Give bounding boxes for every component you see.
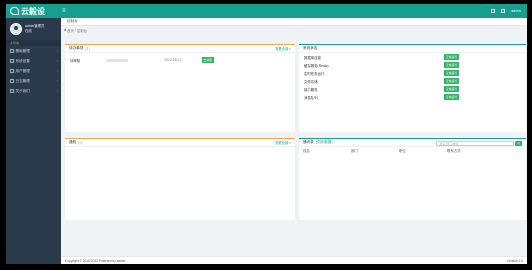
copyright: Copyright © 2016-2022 Powered by admin	[65, 258, 126, 263]
todo-row: 待审核 2022-05-12 去处理	[65, 56, 295, 64]
status-row: 文件存储 正常运行	[299, 77, 526, 85]
contacts-table-header: 姓名 部门 职位 联系方式	[299, 147, 526, 154]
user-info: admin管理员 在线	[25, 24, 44, 34]
todo-row-date: 2022-05-12	[164, 58, 182, 62]
status-label: 文件存储	[304, 79, 318, 84]
sidebar-item-label: 基础管理	[15, 48, 30, 53]
menu-icon	[10, 49, 14, 53]
status-badge: 正常运行	[444, 78, 460, 84]
chevron-left-icon: ‹	[56, 69, 58, 73]
chevron-left-icon: ‹	[56, 89, 58, 93]
main-content: 控制台 ■ 首页 / 控制台 待办事项 (1) 查看全部 » 待审核 2022-…	[61, 18, 527, 264]
status-row: 缓存服务(Redis) 正常运行	[299, 61, 526, 69]
breadcrumb-home[interactable]: 首页	[67, 28, 74, 33]
column-header: 部门	[351, 149, 358, 153]
sidebar-item-logs[interactable]: 日志管理 ‹	[6, 76, 61, 86]
contacts-subtitle[interactable]: (同步数据)	[316, 140, 333, 145]
gear-icon	[10, 59, 14, 63]
status-row: 消息队列 正常运行	[299, 93, 526, 101]
user-status: 在线	[25, 29, 32, 33]
sidebar: admin管理员 在线 主导航 基础管理 ‹ 系统设置 ‹ 用户管理 ‹ 日志管…	[6, 18, 61, 264]
sidebar-item-settings[interactable]: 系统设置 ‹	[6, 56, 61, 66]
menu-toggle-icon[interactable]: ≡	[62, 8, 66, 14]
breadcrumb: ■ 首页 / 控制台	[61, 26, 527, 34]
version: Version 1.0	[507, 258, 523, 263]
tab-bar: 控制台	[61, 18, 527, 26]
sidebar-user: admin管理员 在线	[6, 18, 61, 40]
sidebar-item-label: 关于我们	[15, 88, 30, 93]
avatar[interactable]	[10, 23, 22, 35]
todo-count: (1)	[85, 46, 90, 51]
status-label: 数据库连接	[304, 55, 321, 60]
logo[interactable]: 云毅设	[6, 4, 61, 18]
search-button[interactable]: Q	[515, 141, 522, 146]
todo-action-button[interactable]: 去处理	[201, 57, 214, 63]
info-icon	[10, 89, 14, 93]
sidebar-item-basic[interactable]: 基础管理 ‹	[6, 46, 61, 56]
column-header: 职位	[399, 149, 406, 153]
breadcrumb-current: 控制台	[76, 28, 87, 33]
contacts-panel-header: 通讯录 (同步数据) 姓名/部门/电话 Q	[299, 139, 526, 147]
todo-panel-header: 待办事项 (1) 查看全部 »	[65, 45, 295, 53]
status-label: 定时任务运行	[304, 71, 325, 76]
todo-row-label: 待审核	[70, 58, 81, 63]
status-row: 接口服务 正常运行	[299, 85, 526, 93]
todo-title: 待办事项	[69, 46, 84, 50]
status-panel-header: 系统状态	[299, 45, 526, 53]
notice-title: 通知	[69, 140, 77, 144]
contacts-panel: 通讯录 (同步数据) 姓名/部门/电话 Q 姓名 部门 职位 联系方式	[299, 138, 526, 220]
todo-panel: 待办事项 (1) 查看全部 » 待审核 2022-05-12 去处理	[65, 44, 295, 132]
column-header: 姓名	[303, 149, 310, 153]
status-title: 系统状态	[303, 46, 318, 50]
breadcrumb-sep: /	[74, 28, 76, 32]
status-row: 数据库连接 正常运行	[299, 53, 526, 61]
sidebar-item-about[interactable]: 关于我们 ‹	[6, 86, 61, 96]
sidebar-item-label: 日志管理	[15, 78, 30, 83]
footer: Copyright © 2016-2022 Powered by admin V…	[61, 256, 527, 264]
logo-text: 云毅设	[21, 6, 45, 16]
user-icon	[10, 69, 14, 73]
status-row: 定时任务运行 正常运行	[299, 69, 526, 77]
status-label: 缓存服务(Redis)	[304, 63, 329, 68]
status-label: 接口服务	[304, 87, 318, 92]
status-badge: 正常运行	[444, 62, 460, 68]
status-badge: 正常运行	[444, 94, 460, 100]
chevron-left-icon: ‹	[56, 79, 58, 83]
column-header: 联系方式	[447, 149, 461, 153]
chevron-left-icon: ‹	[56, 59, 58, 63]
logo-icon	[10, 7, 19, 15]
notice-count: (0)	[78, 140, 83, 145]
notice-more-link[interactable]: 查看全部 »	[275, 140, 291, 145]
redacted-text	[106, 58, 129, 62]
chevron-left-icon: ‹	[56, 49, 58, 53]
contacts-title: 通讯录	[303, 140, 314, 144]
status-badge: 正常运行	[444, 54, 460, 60]
file-icon	[10, 79, 14, 83]
status-badge: 正常运行	[444, 70, 460, 76]
contacts-search-input[interactable]: 姓名/部门/电话	[436, 141, 514, 146]
sidebar-item-label: 系统设置	[15, 58, 30, 63]
home-icon: ■	[64, 28, 67, 32]
tab-dashboard[interactable]: 控制台	[64, 19, 81, 25]
sidebar-item-label: 用户管理	[15, 68, 30, 73]
system-status-panel: 系统状态 数据库连接 正常运行 缓存服务(Redis) 正常运行 定时任务运行 正常运…	[299, 44, 526, 132]
notice-panel-header: 通知 (0) 查看全部 »	[65, 139, 295, 147]
topbar: 云毅设 ≡ admin	[6, 4, 527, 18]
todo-more-link[interactable]: 查看全部 »	[275, 46, 291, 51]
lock-icon[interactable]	[501, 9, 506, 13]
status-badge: 正常运行	[444, 86, 460, 92]
topbar-user[interactable]: admin	[511, 9, 521, 13]
status-label: 消息队列	[304, 95, 318, 100]
notice-panel: 通知 (0) 查看全部 »	[65, 138, 295, 220]
sidebar-item-users[interactable]: 用户管理 ‹	[6, 66, 61, 76]
topbar-actions: admin	[491, 9, 527, 13]
app-window: 云毅设 ≡ admin admin管理员 在线 主导航 基础管理 ‹ 系统设置 …	[6, 4, 527, 264]
window-icon[interactable]	[491, 9, 496, 13]
